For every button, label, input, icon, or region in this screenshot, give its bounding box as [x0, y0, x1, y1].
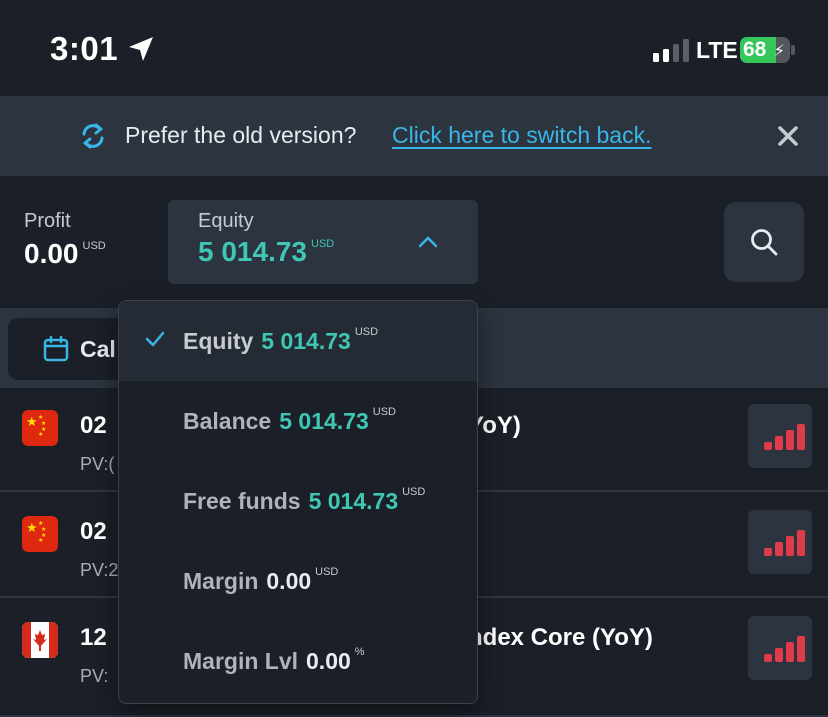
metric-value: 5 014.73 USD [261, 326, 379, 354]
event-previous-value: PV: [80, 666, 109, 686]
dropdown-item-label: Equity 5 014.73 USD [183, 326, 379, 355]
dropdown-item-label: Free funds 5 014.73 USD [183, 486, 426, 515]
metric-value: 5 014.73 USD [279, 406, 396, 434]
chevron-up-icon [418, 236, 438, 248]
high-impact-icon [764, 528, 805, 556]
event-time: 02 [80, 518, 107, 545]
dropdown-item-margin[interactable]: Margin 0.00 USD [119, 541, 477, 621]
dropdown-item-label: Balance 5 014.73 USD [183, 406, 396, 435]
svg-text:★: ★ [26, 415, 38, 430]
calendar-icon [43, 336, 69, 362]
banner-text: Prefer the old version? [125, 122, 357, 148]
dropdown-item-free-funds[interactable]: Free funds 5 014.73 USD [119, 461, 477, 541]
search-button[interactable] [724, 202, 804, 282]
signal-strength-icon [653, 38, 689, 62]
switch-back-link[interactable]: Click here to switch back. [392, 122, 651, 149]
metric-value: 5 014.73 USD [308, 486, 426, 514]
equity-selector[interactable]: Equity 5 014.73 USD [168, 200, 478, 284]
equity-currency: USD [311, 238, 335, 250]
impact-indicator[interactable] [748, 510, 812, 574]
search-icon [751, 229, 778, 256]
metric-amount: 5 014.73 [308, 488, 399, 514]
metric-unit: USD [315, 566, 339, 578]
checkmark-icon [145, 331, 165, 347]
close-icon[interactable] [775, 123, 801, 149]
equity-label: Equity [198, 210, 254, 232]
svg-text:★: ★ [26, 521, 38, 536]
metric-name: Balance [183, 408, 272, 434]
metric-name: Free funds [183, 488, 301, 514]
event-time: 02 [80, 412, 107, 439]
metric-name: Margin [183, 568, 259, 594]
metric-unit: USD [354, 326, 379, 338]
calendar-filter-label: Cal [80, 336, 116, 362]
metric-name: Equity [183, 328, 254, 354]
metric-name: Margin Lvl [183, 648, 299, 674]
metric-amount: 5 014.73 [261, 328, 351, 354]
canada-flag-icon [22, 622, 58, 658]
high-impact-icon [764, 422, 805, 450]
network-type: LTE [696, 37, 738, 63]
china-flag-icon: ★ ★ ★ ★ ★ [22, 516, 58, 552]
profit-label: Profit [24, 210, 71, 232]
metric-value: 0.00% [306, 646, 365, 674]
dropdown-item-balance[interactable]: Balance 5 014.73 USD [119, 381, 477, 461]
event-previous-value: PV:2 [80, 560, 119, 580]
battery-level: 68 [743, 38, 767, 61]
equity-amount: 5 014.73 [198, 236, 307, 267]
metric-unit: USD [372, 406, 396, 418]
svg-text:★: ★ [38, 431, 43, 438]
dropdown-item-label: Margin Lvl 0.00% [183, 646, 365, 675]
account-metric-dropdown: Equity 5 014.73 USD Balance 5 014.73 USD Fre… [118, 300, 478, 704]
china-flag-icon: ★ ★ ★ ★ ★ [22, 410, 58, 446]
battery-icon: 68 ⚡ [740, 37, 790, 63]
dropdown-item-equity[interactable]: Equity 5 014.73 USD [119, 301, 477, 381]
event-time: 12 [80, 624, 107, 651]
charging-bolt-icon: ⚡ [773, 43, 785, 60]
event-title: ndex Core (YoY) [468, 624, 653, 651]
location-arrow-icon [129, 37, 153, 61]
metric-amount: 0.00 [266, 568, 312, 594]
high-impact-icon [764, 634, 805, 662]
profit-amount: 0.00 [24, 238, 79, 269]
dropdown-item-margin-level[interactable]: Margin Lvl 0.00% [119, 621, 477, 701]
dropdown-item-label: Margin 0.00 USD [183, 566, 339, 595]
metric-unit: USD [402, 486, 426, 498]
status-bar: 3:01 LTE 68 ⚡ [0, 0, 828, 96]
equity-value: 5 014.73 USD [198, 236, 334, 268]
status-time: 3:01 [50, 30, 119, 67]
profit-currency: USD [82, 240, 106, 252]
impact-indicator[interactable] [748, 404, 812, 468]
event-previous-value: PV:( [80, 454, 115, 474]
metric-amount: 0.00 [306, 648, 351, 674]
profit-value: 0.00 USD [24, 238, 106, 270]
impact-indicator[interactable] [748, 616, 812, 680]
refresh-icon [82, 123, 104, 149]
metric-amount: 5 014.73 [279, 408, 369, 434]
metric-unit: % [354, 646, 365, 658]
metric-value: 0.00 USD [266, 566, 339, 594]
svg-text:★: ★ [38, 537, 43, 544]
battery-cap [791, 45, 795, 55]
